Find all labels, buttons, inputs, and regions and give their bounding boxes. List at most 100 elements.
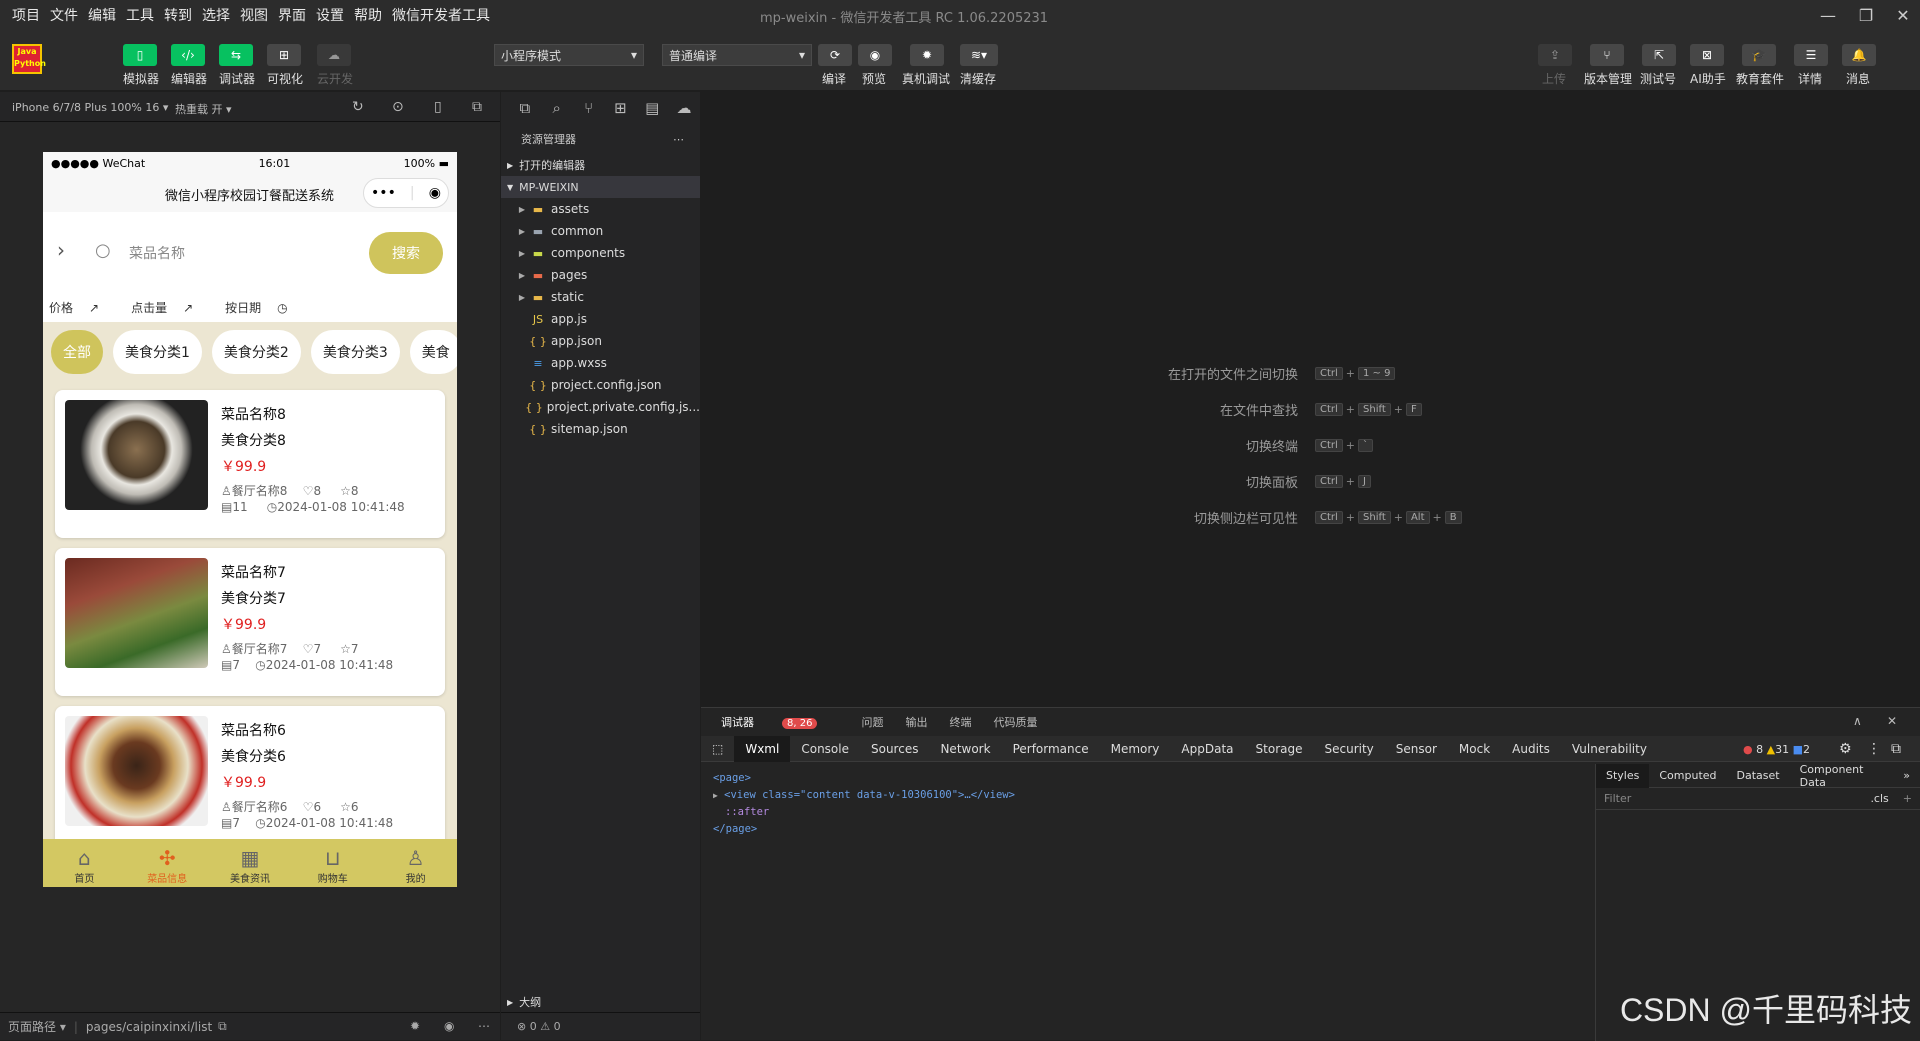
- page-path-select[interactable]: 页面路径 ▾: [8, 1018, 66, 1035]
- test-account-button[interactable]: ⇱: [1642, 44, 1676, 66]
- editor-button[interactable]: ‹/›: [171, 44, 205, 66]
- sort-price[interactable]: 价格 ↗: [49, 299, 115, 316]
- tab-code-quality[interactable]: 代码质量: [993, 714, 1037, 730]
- tab-output[interactable]: 输出: [905, 714, 927, 730]
- tab-console[interactable]: Console: [790, 736, 860, 762]
- category-chip[interactable]: 美食分类3: [310, 330, 400, 374]
- close-target-icon[interactable]: ◉: [429, 185, 441, 201]
- kebab-icon[interactable]: ⋮: [1867, 741, 1881, 757]
- file-item[interactable]: { } sitemap.json: [501, 418, 700, 440]
- tab-home[interactable]: ⌂ 首页: [43, 839, 126, 887]
- tab-debugger[interactable]: 调试器 8, 26: [721, 714, 839, 730]
- sort-clicks[interactable]: 点击量 ↗: [131, 299, 209, 316]
- copy-icon[interactable]: ⧉: [218, 1019, 227, 1034]
- file-item[interactable]: { } project.config.json: [501, 374, 700, 396]
- collapse-icon[interactable]: ∧: [1853, 714, 1862, 728]
- wxml-node[interactable]: ::after: [713, 804, 1015, 821]
- file-item[interactable]: ▶ ▬ static: [501, 286, 700, 308]
- simulator-button[interactable]: ▯: [123, 44, 157, 66]
- file-item[interactable]: ▶ ▬ common: [501, 220, 700, 242]
- tab-appdata[interactable]: AppData: [1170, 736, 1244, 762]
- tab-vulnerability[interactable]: Vulnerability: [1561, 736, 1658, 762]
- dock-icon[interactable]: ⧉: [1891, 741, 1901, 757]
- upload-button[interactable]: ⇪: [1538, 44, 1572, 66]
- more-icon[interactable]: ⋯: [478, 1019, 490, 1033]
- compile-mode-select[interactable]: 普通编译 ▾: [662, 44, 812, 66]
- device-select[interactable]: iPhone 6/7/8 Plus 100% 16 ▾: [12, 101, 168, 114]
- tab-sensor[interactable]: Sensor: [1385, 736, 1448, 762]
- source-control-icon[interactable]: ⑂: [573, 99, 605, 117]
- detail-button[interactable]: ☰: [1794, 44, 1828, 66]
- hotreload-toggle[interactable]: 热重载 开 ▾: [175, 101, 232, 117]
- tab-sources[interactable]: Sources: [860, 736, 929, 762]
- menu-help[interactable]: 帮助: [350, 5, 386, 25]
- file-item[interactable]: { } project.private.config.js...: [501, 396, 700, 418]
- wxml-node[interactable]: </page>: [713, 821, 1015, 838]
- phone-frame-icon[interactable]: ▯: [434, 99, 442, 115]
- menu-view[interactable]: 视图: [236, 5, 272, 25]
- preview-button[interactable]: ◉: [858, 44, 892, 66]
- category-chip[interactable]: 美食分类1: [113, 330, 202, 374]
- visual-button[interactable]: ⊞: [267, 44, 301, 66]
- version-button[interactable]: ⑂: [1590, 44, 1624, 66]
- gear-icon[interactable]: ⚙: [1839, 741, 1852, 757]
- menu-edit[interactable]: 编辑: [84, 5, 120, 25]
- bug-icon[interactable]: ✹: [410, 1019, 420, 1033]
- problems-status[interactable]: ⊗ 0 ⚠ 0: [501, 1012, 700, 1040]
- ai-button[interactable]: ⊠: [1690, 44, 1724, 66]
- remote-debug-button[interactable]: ✹: [910, 44, 944, 66]
- tab-storage[interactable]: Storage: [1245, 736, 1314, 762]
- menu-file[interactable]: 文件: [46, 5, 82, 25]
- file-item[interactable]: ▶ ▬ components: [501, 242, 700, 264]
- wxml-node[interactable]: <page>: [713, 770, 1015, 787]
- extensions-icon[interactable]: ⊞: [604, 99, 636, 117]
- tab-dataset[interactable]: Dataset: [1727, 764, 1790, 788]
- chevron-right-icon[interactable]: ›: [57, 238, 65, 262]
- tab-performance[interactable]: Performance: [1002, 736, 1100, 762]
- menu-select[interactable]: 选择: [198, 5, 234, 25]
- chevron-double-icon[interactable]: »: [1893, 764, 1920, 788]
- search-button[interactable]: 搜索: [369, 232, 443, 274]
- popout-icon[interactable]: ⧉: [472, 99, 482, 115]
- close-window-icon[interactable]: ✕: [1880, 0, 1920, 30]
- search-icon[interactable]: ⌕: [541, 99, 573, 117]
- tab-computed[interactable]: Computed: [1649, 764, 1726, 788]
- menu-interface[interactable]: 界面: [274, 5, 310, 25]
- tab-terminal[interactable]: 终端: [949, 714, 971, 730]
- cloud-icon[interactable]: ☁: [668, 99, 700, 117]
- filter-input[interactable]: Filter: [1604, 792, 1631, 805]
- open-editors-section[interactable]: ▶ 打开的编辑器: [501, 154, 700, 176]
- tab-mine[interactable]: ♙ 我的: [374, 839, 457, 887]
- tab-component-data[interactable]: Component Data: [1790, 763, 1894, 789]
- file-item[interactable]: ≡ app.wxss: [501, 352, 700, 374]
- tab-memory[interactable]: Memory: [1100, 736, 1171, 762]
- inspect-icon[interactable]: ⬚: [701, 736, 734, 762]
- cls-toggle[interactable]: .cls: [1870, 792, 1888, 805]
- debugger-button[interactable]: ⇆: [219, 44, 253, 66]
- dish-card[interactable]: 菜品名称6 美食分类6 ￥99.9 ♙餐厅名称6 ♡6 ☆6 ▤7 ◷2024-…: [55, 706, 445, 847]
- file-item[interactable]: ▶ ▬ assets: [501, 198, 700, 220]
- tab-dishes[interactable]: ✣ 菜品信息: [126, 839, 209, 887]
- wxml-node[interactable]: ▶ <view class="content data-v-10306100">…: [713, 787, 1015, 804]
- rotate-icon[interactable]: ↻: [352, 99, 364, 115]
- compile-button[interactable]: ⟳: [818, 44, 852, 66]
- dish-card[interactable]: 菜品名称8 美食分类8 ￥99.9 ♙餐厅名称8 ♡8 ☆8 ▤11 ◷2024…: [55, 390, 445, 538]
- mode-select[interactable]: 小程序模式 ▾: [494, 44, 644, 66]
- tab-network[interactable]: Network: [929, 736, 1001, 762]
- eye-icon[interactable]: ◉: [444, 1019, 454, 1033]
- tab-styles[interactable]: Styles: [1596, 763, 1650, 788]
- menu-settings[interactable]: 设置: [312, 5, 348, 25]
- tab-security[interactable]: Security: [1313, 736, 1384, 762]
- more-dots-icon[interactable]: •••: [371, 185, 396, 201]
- tab-cart[interactable]: ⊔ 购物车: [291, 839, 374, 887]
- plus-icon[interactable]: +: [1903, 792, 1912, 805]
- search-input[interactable]: 菜品名称: [129, 243, 185, 263]
- category-chip[interactable]: 全部: [51, 330, 103, 374]
- cloud-button[interactable]: ☁: [317, 44, 351, 66]
- files-icon[interactable]: ⧉: [509, 99, 541, 117]
- storage-icon[interactable]: ▤: [636, 99, 668, 117]
- message-button[interactable]: 🔔: [1842, 44, 1876, 66]
- file-item[interactable]: JS app.js: [501, 308, 700, 330]
- tab-wxml[interactable]: Wxml: [734, 735, 791, 762]
- tab-problems[interactable]: 问题: [861, 714, 883, 730]
